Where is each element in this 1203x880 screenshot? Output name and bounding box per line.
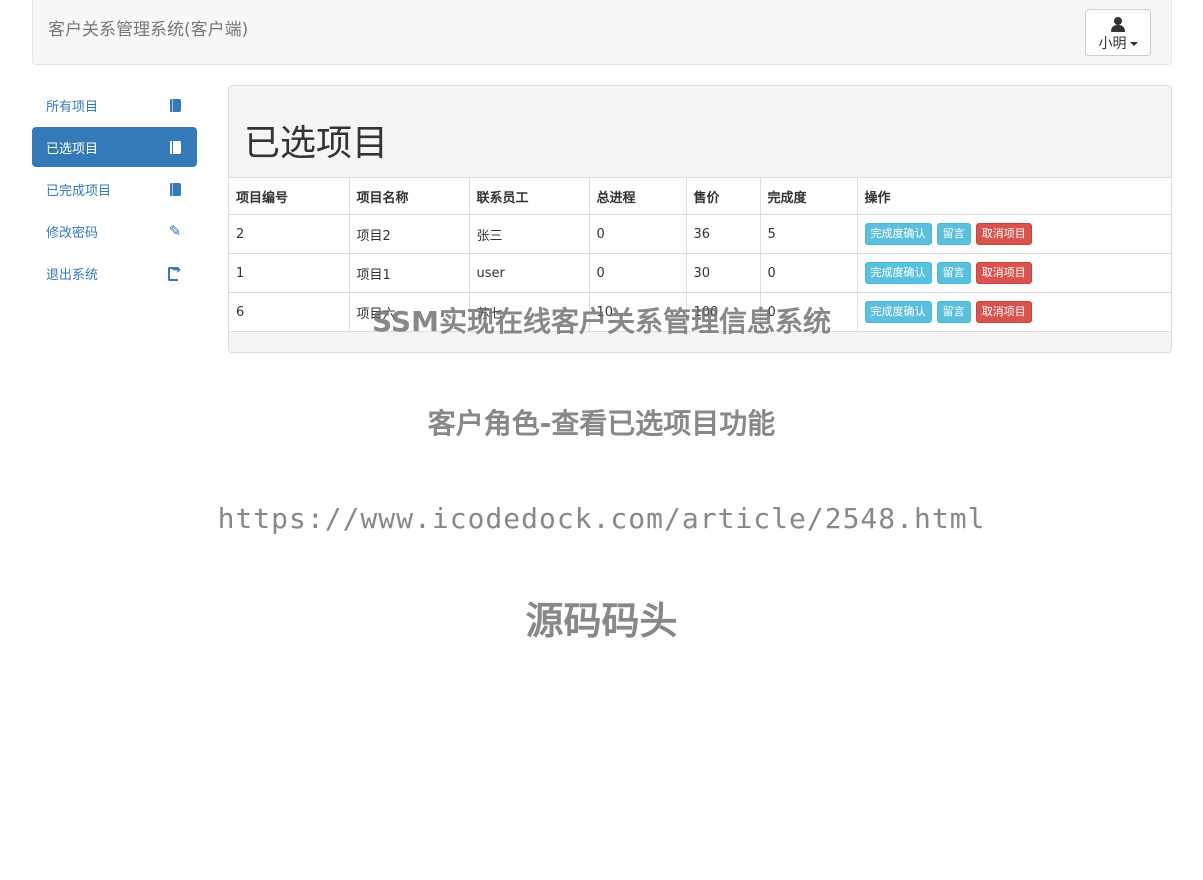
table-row: 2 项目2 张三 0 36 5 完成度确认 留言 取消项目 [229,214,1171,254]
book-icon [167,181,183,197]
cell-completion: 0 [759,292,858,332]
cell-id: 1 [229,253,350,293]
top-navbar: 客户关系管理系统(客户端) 小明 [32,0,1172,65]
message-button[interactable]: 留言 [936,262,971,284]
sidebar-item-label: 所有项目 [46,99,99,115]
book-icon [167,139,183,155]
table-header-row: 项目编号 项目名称 联系员工 总进程 售价 完成度 操作 [229,177,1171,215]
pencil-icon: ✎ [168,221,182,240]
app-brand[interactable]: 客户关系管理系统(客户端) [48,15,248,40]
cell-actions: 完成度确认 留言 取消项目 [856,214,1171,254]
message-button[interactable]: 留言 [936,223,971,245]
logout-icon [167,264,183,281]
column-header: 项目名称 [348,177,470,215]
sidebar-item-label: 已选项目 [46,141,99,157]
book-icon [167,97,183,113]
cell-price: 30 [685,253,761,293]
sidebar-item-change-password[interactable]: 修改密码 ✎ [32,211,197,251]
cell-price: 36 [685,214,761,254]
cell-name: 项目2 [348,214,470,254]
cell-completion: 5 [759,214,858,254]
watermark-brand: 源码码头 [525,599,678,643]
cell-name: 项目1 [348,253,470,293]
watermark-url: https://www.icodedock.com/article/2548.h… [217,502,986,535]
sidebar: 所有项目 已选项目 已完成项目 修改密码 ✎ 退出系统 [32,85,197,295]
cell-staff: user [468,253,590,293]
column-header: 项目编号 [229,177,350,215]
sidebar-item-completed-projects[interactable]: 已完成项目 [32,169,197,209]
sidebar-item-all-projects[interactable]: 所有项目 [32,85,197,125]
cell-progress: 0 [588,253,687,293]
cell-name: 项目六 [348,292,470,332]
sidebar-item-selected-projects[interactable]: 已选项目 [32,127,197,167]
cell-progress: 0 [588,214,687,254]
cell-actions: 完成度确认 留言 取消项目 [856,292,1171,332]
cell-completion: 0 [759,253,858,293]
cell-progress: 10 [588,292,687,332]
confirm-completion-button[interactable]: 完成度确认 [864,223,932,245]
watermark-subtitle: 客户角色-查看已选项目功能 [427,407,776,440]
column-header: 联系员工 [468,177,590,215]
selected-projects-panel: 已选项目 项目编号 项目名称 联系员工 总进程 售价 完成度 操作 2 项目2 … [228,85,1172,353]
cancel-project-button[interactable]: 取消项目 [975,262,1032,284]
column-header: 完成度 [759,177,858,215]
cell-price: 100 [685,292,761,332]
column-header: 售价 [685,177,761,215]
cell-actions: 完成度确认 留言 取消项目 [856,253,1171,293]
cancel-project-button[interactable]: 取消项目 [975,301,1032,323]
confirm-completion-button[interactable]: 完成度确认 [864,301,932,323]
cell-staff: 张三 [468,214,590,254]
page-title: 已选项目 [244,123,389,164]
sidebar-item-logout[interactable]: 退出系统 [32,253,197,293]
user-name: 小明 [1098,36,1127,52]
caret-down-icon [1129,42,1138,46]
projects-table: 项目编号 项目名称 联系员工 总进程 售价 完成度 操作 2 项目2 张三 0 … [229,177,1171,332]
confirm-completion-button[interactable]: 完成度确认 [864,262,932,284]
cell-staff: 苏七 [468,292,590,332]
cell-id: 6 [229,292,350,332]
sidebar-item-label: 已完成项目 [46,183,112,199]
user-icon [1111,17,1125,32]
user-menu-button[interactable]: 小明 [1085,9,1151,56]
sidebar-item-label: 退出系统 [46,267,99,283]
column-header: 操作 [856,177,1171,215]
table-row: 6 项目六 苏七 10 100 0 完成度确认 留言 取消项目 [229,292,1171,332]
message-button[interactable]: 留言 [936,301,971,323]
table-row: 1 项目1 user 0 30 0 完成度确认 留言 取消项目 [229,253,1171,293]
column-header: 总进程 [588,177,687,215]
cell-id: 2 [229,214,350,254]
cancel-project-button[interactable]: 取消项目 [975,223,1032,245]
sidebar-item-label: 修改密码 [46,225,99,241]
